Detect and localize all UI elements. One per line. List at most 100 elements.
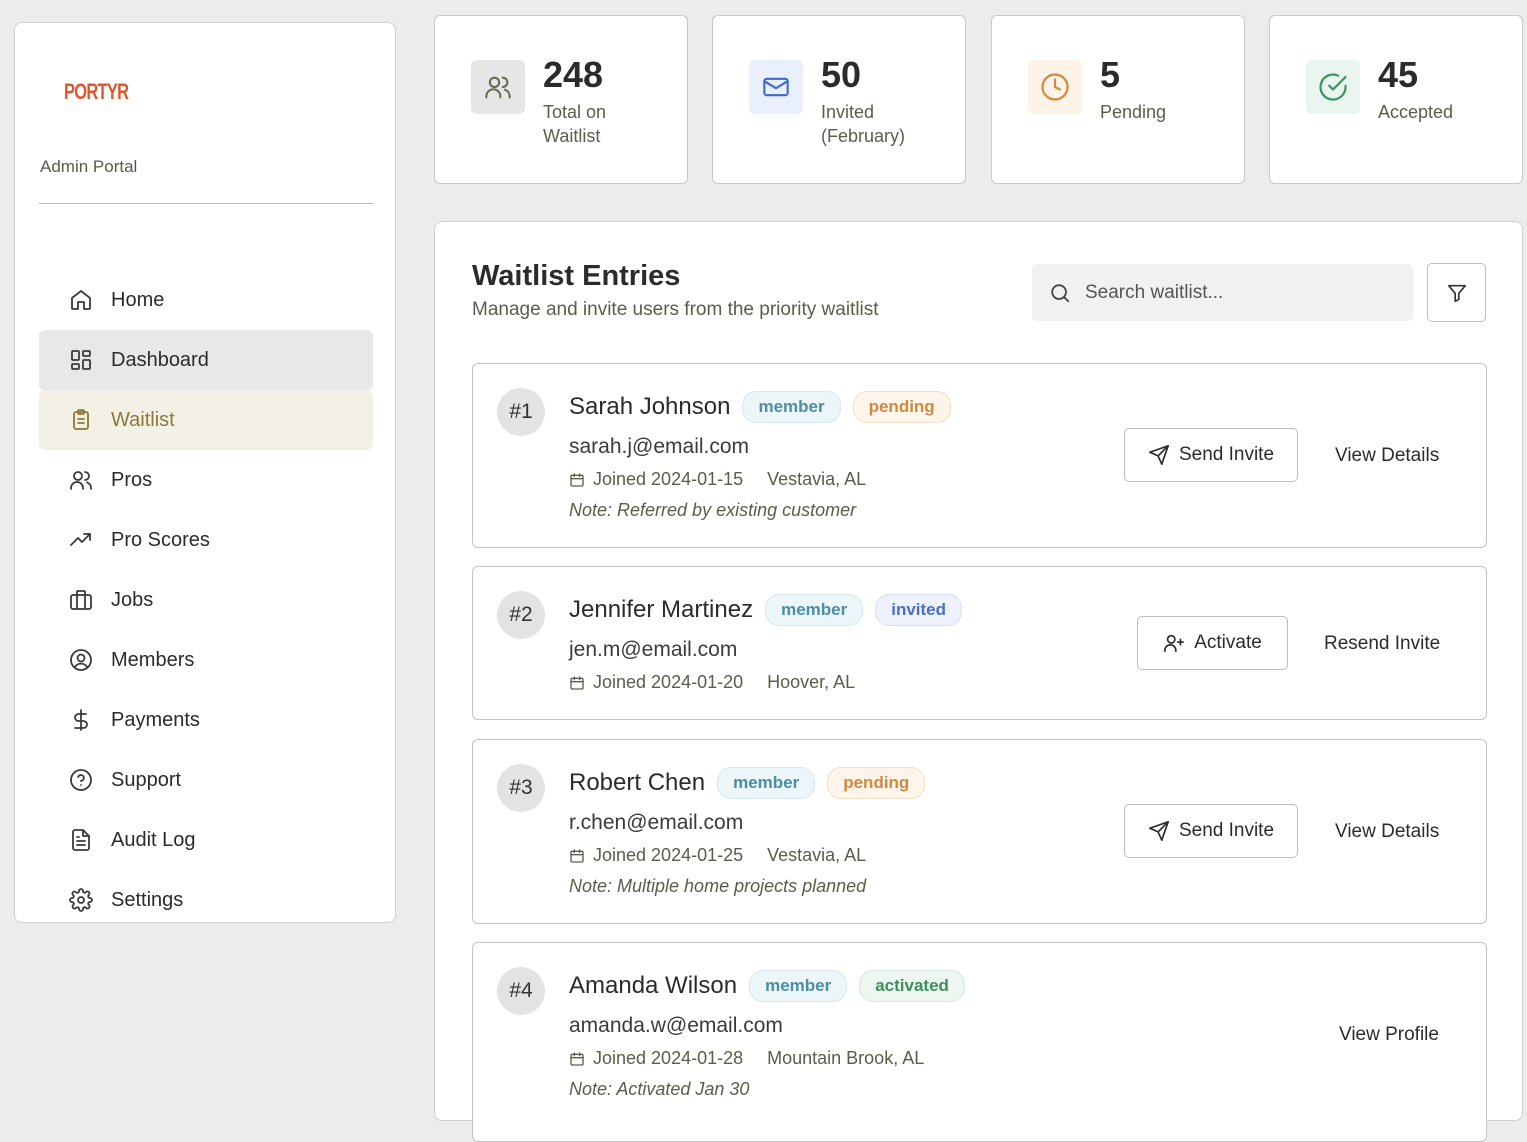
sidebar-item-jobs[interactable]: Jobs	[39, 570, 373, 630]
view-details-button[interactable]: View Details	[1335, 445, 1439, 467]
entry-name: Sarah Johnson	[569, 393, 731, 420]
activate-button[interactable]: Activate	[1137, 616, 1288, 670]
stat-card-pending: 5 Pending	[991, 15, 1245, 184]
entry-location: Mountain Brook, AL	[767, 1048, 925, 1068]
sidebar-item-members[interactable]: Members	[39, 630, 373, 690]
entry-note: Note: Multiple home projects planned	[569, 876, 867, 896]
sidebar-item-waitlist[interactable]: Waitlist	[39, 390, 373, 450]
briefcase-icon	[70, 590, 92, 610]
sidebar-item-label: Jobs	[111, 588, 154, 611]
entry-email: r.chen@email.com	[569, 811, 744, 834]
check-circle-icon	[1306, 60, 1360, 114]
entry-name: Jennifer Martinez	[569, 596, 754, 623]
type-badge: member	[717, 767, 816, 799]
home-icon	[71, 290, 91, 310]
entry-name: Robert Chen	[569, 769, 706, 796]
status-badge: pending	[852, 391, 951, 423]
sidebar-item-label: Pros	[111, 468, 153, 491]
clock-icon	[1028, 60, 1082, 114]
waitlist-entry: #4 Amanda Wilson member activated amanda…	[472, 942, 1487, 1142]
sidebar: PORTYR Admin Portal Home Dashboard Waitl…	[14, 22, 396, 923]
view-details-button[interactable]: View Details	[1335, 821, 1439, 843]
button-label: Activate	[1194, 632, 1262, 653]
users-icon	[471, 60, 525, 114]
stat-label: Total on Waitlist	[543, 102, 607, 146]
waitlist-entry: #1 Sarah Johnson member pending sarah.j@…	[472, 363, 1487, 548]
file-text-icon	[72, 829, 90, 851]
status-badge: invited	[875, 594, 963, 626]
portal-label: Admin Portal	[40, 157, 138, 176]
entry-meta: Joined 2024-01-28 Mountain Brook, AL	[569, 1048, 924, 1069]
stat-value: 5	[1100, 54, 1121, 95]
sidebar-item-label: Payments	[111, 708, 200, 731]
button-label: Send Invite	[1178, 444, 1275, 465]
entry-note: Note: Activated Jan 30	[569, 1079, 750, 1099]
users-icon	[70, 471, 92, 490]
trending-up-icon	[70, 533, 91, 546]
sidebar-item-label: Home	[111, 288, 165, 311]
resend-invite-button[interactable]: Resend Invite	[1324, 633, 1440, 655]
send-invite-button[interactable]: Send Invite	[1124, 428, 1298, 482]
gear-icon	[69, 888, 93, 912]
calendar-icon	[570, 1051, 584, 1066]
sidebar-item-audit-log[interactable]: Audit Log	[39, 810, 373, 870]
waitlist-entry: #2 Jennifer Martinez member invited jen.…	[472, 566, 1487, 720]
button-label: Send Invite	[1178, 820, 1275, 841]
dollar-icon	[74, 709, 88, 731]
sidebar-item-home[interactable]: Home	[39, 270, 373, 330]
page-title: Waitlist Entries	[472, 260, 681, 292]
entry-email: amanda.w@email.com	[569, 1014, 783, 1037]
type-badge: member	[765, 594, 864, 626]
portyr-logo[interactable]: PORTYR	[64, 79, 129, 105]
entry-joined: Joined 2024-01-15	[593, 469, 744, 489]
filter-button[interactable]	[1427, 263, 1486, 322]
sidebar-item-payments[interactable]: Payments	[39, 690, 373, 750]
send-icon	[1148, 821, 1169, 841]
search-box[interactable]	[1032, 264, 1413, 321]
entry-note: Note: Referred by existing customer	[569, 500, 857, 520]
calendar-icon	[570, 472, 584, 487]
sidebar-item-support[interactable]: Support	[39, 750, 373, 810]
entry-header: Jennifer Martinez member invited	[569, 594, 974, 626]
type-badge: member	[749, 970, 848, 1002]
send-icon	[1148, 445, 1169, 465]
send-invite-button[interactable]: Send Invite	[1124, 804, 1298, 858]
stat-label: Pending	[1100, 102, 1167, 122]
rank-badge: #1	[497, 388, 545, 436]
entry-meta: Joined 2024-01-15 Vestavia, AL	[569, 469, 866, 490]
entry-email: jen.m@email.com	[569, 638, 738, 661]
view-profile-button[interactable]: View Profile	[1339, 1024, 1439, 1046]
rank-badge: #3	[497, 764, 545, 812]
sidebar-item-pros[interactable]: Pros	[39, 450, 373, 510]
mail-icon	[749, 60, 803, 114]
sidebar-item-label: Audit Log	[111, 828, 196, 851]
search-input[interactable]	[1083, 280, 1387, 305]
entry-location: Vestavia, AL	[767, 845, 867, 865]
entry-meta: Joined 2024-01-20 Hoover, AL	[569, 672, 855, 693]
stat-card-total: 248 Total on Waitlist	[434, 15, 688, 184]
stat-value: 45	[1378, 54, 1419, 95]
sidebar-item-pro-scores[interactable]: Pro Scores	[39, 510, 373, 570]
entry-location: Hoover, AL	[767, 672, 856, 692]
stat-card-invited: 50 Invited (February)	[712, 15, 966, 184]
type-badge: member	[742, 391, 841, 423]
sidebar-item-label: Support	[111, 768, 182, 791]
entry-name: Amanda Wilson	[569, 972, 738, 999]
clipboard-icon	[73, 409, 89, 430]
help-circle-icon	[70, 769, 92, 791]
stat-value: 248	[543, 54, 604, 95]
stat-label: Invited (February)	[821, 102, 906, 146]
stat-value: 50	[821, 54, 862, 95]
calendar-icon	[570, 848, 584, 863]
entry-header: Amanda Wilson member activated	[569, 970, 977, 1002]
waitlist-panel: Waitlist Entries Manage and invite users…	[434, 221, 1523, 1142]
entry-location: Vestavia, AL	[767, 469, 867, 489]
sidebar-item-dashboard[interactable]: Dashboard	[39, 330, 373, 390]
sidebar-item-settings[interactable]: Settings	[39, 870, 373, 930]
waitlist-entry: #3 Robert Chen member pending r.chen@ema…	[472, 739, 1487, 924]
sidebar-item-label: Waitlist	[111, 408, 175, 431]
entry-joined: Joined 2024-01-25	[593, 845, 744, 865]
sidebar-nav: Home Dashboard Waitlist Pros Pro Scores …	[39, 270, 373, 930]
calendar-icon	[570, 675, 584, 690]
stat-card-accepted: 45 Accepted	[1269, 15, 1523, 184]
